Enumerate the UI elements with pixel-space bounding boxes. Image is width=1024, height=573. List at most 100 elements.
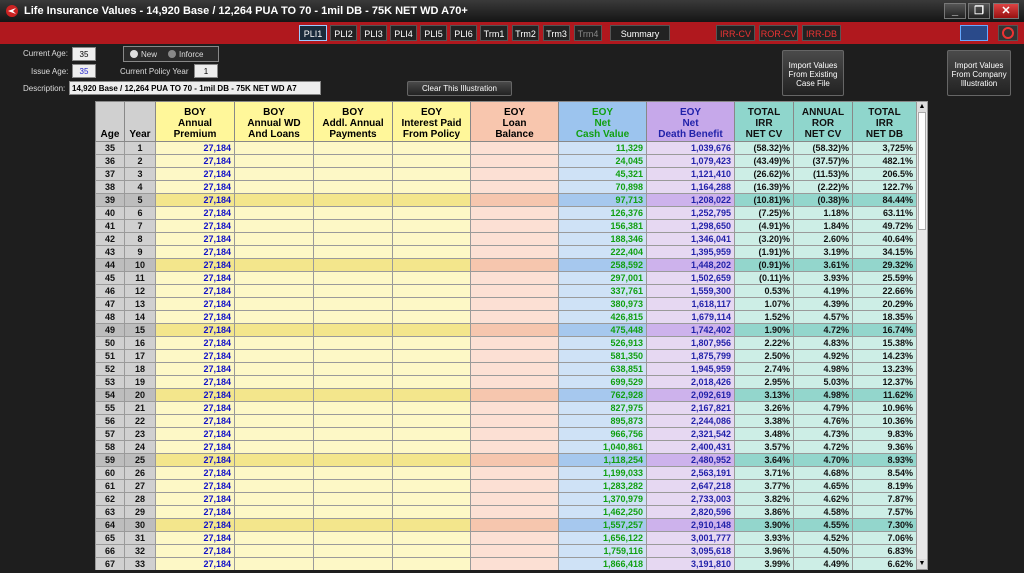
- cell-addl[interactable]: [313, 310, 393, 324]
- cell-wd[interactable]: [234, 388, 314, 402]
- cell-interest[interactable]: [392, 440, 471, 454]
- close-button[interactable]: ✕: [993, 3, 1019, 19]
- cell-interest[interactable]: [392, 271, 471, 285]
- cell-interest[interactable]: [392, 245, 471, 259]
- cell-wd[interactable]: [234, 245, 314, 259]
- cell-premium[interactable]: 27,184: [155, 362, 235, 376]
- cell-addl[interactable]: [313, 544, 393, 558]
- cell-addl[interactable]: [313, 557, 393, 570]
- cell-wd[interactable]: [234, 427, 314, 441]
- cell-addl[interactable]: [313, 206, 393, 220]
- tab-summary[interactable]: Summary: [610, 25, 670, 41]
- cell-loan[interactable]: [470, 505, 559, 519]
- cell-addl[interactable]: [313, 427, 393, 441]
- table-row[interactable]: 42 8 27,184 188,346 1,346,041 (3.20)% 2.60% 40.…: [95, 232, 916, 246]
- cell-loan[interactable]: [470, 388, 559, 402]
- cell-loan[interactable]: [470, 167, 559, 181]
- cell-addl[interactable]: [313, 271, 393, 285]
- cell-premium[interactable]: 27,184: [155, 336, 235, 350]
- cell-loan[interactable]: [470, 180, 559, 194]
- table-row[interactable]: 53 19 27,184 699,529 2,018,426 2.95% 5.03% 12.3…: [95, 375, 916, 389]
- cell-loan[interactable]: [470, 362, 559, 376]
- cell-addl[interactable]: [313, 141, 393, 155]
- cell-premium[interactable]: 27,184: [155, 141, 235, 155]
- cell-premium[interactable]: 27,184: [155, 245, 235, 259]
- cell-premium[interactable]: 27,184: [155, 232, 235, 246]
- radio-inforce-button[interactable]: [168, 50, 176, 58]
- table-row[interactable]: 45 11 27,184 297,001 1,502,659 (0.11)% 3.93% 25…: [95, 271, 916, 285]
- cell-wd[interactable]: [234, 440, 314, 454]
- cell-interest[interactable]: [392, 219, 471, 233]
- cell-interest[interactable]: [392, 531, 471, 545]
- cell-wd[interactable]: [234, 414, 314, 428]
- cell-loan[interactable]: [470, 271, 559, 285]
- tab-trm2[interactable]: Trm2: [512, 25, 539, 41]
- cell-loan[interactable]: [470, 375, 559, 389]
- cell-loan[interactable]: [470, 245, 559, 259]
- cell-wd[interactable]: [234, 141, 314, 155]
- cell-addl[interactable]: [313, 284, 393, 298]
- table-row[interactable]: 61 27 27,184 1,283,282 2,647,218 3.77% 4.65% 8.…: [95, 479, 916, 493]
- cell-wd[interactable]: [234, 193, 314, 207]
- cell-wd[interactable]: [234, 492, 314, 506]
- cell-wd[interactable]: [234, 180, 314, 194]
- tab-pli2[interactable]: PLI2: [330, 25, 357, 41]
- cell-addl[interactable]: [313, 479, 393, 493]
- cell-loan[interactable]: [470, 557, 559, 570]
- cell-interest[interactable]: [392, 362, 471, 376]
- cell-addl[interactable]: [313, 453, 393, 467]
- table-row[interactable]: 44 10 27,184 258,592 1,448,202 (0.91)% 3.61% 29…: [95, 258, 916, 272]
- table-row[interactable]: 60 26 27,184 1,199,033 2,563,191 3.71% 4.68% 8.…: [95, 466, 916, 480]
- cell-addl[interactable]: [313, 440, 393, 454]
- cell-addl[interactable]: [313, 154, 393, 168]
- cell-wd[interactable]: [234, 375, 314, 389]
- tab-pli4[interactable]: PLI4: [390, 25, 417, 41]
- cell-loan[interactable]: [470, 414, 559, 428]
- cell-wd[interactable]: [234, 362, 314, 376]
- tab-pli5[interactable]: PLI5: [420, 25, 447, 41]
- calculator-icon[interactable]: [960, 25, 988, 41]
- cell-loan[interactable]: [470, 401, 559, 415]
- cell-loan[interactable]: [470, 492, 559, 506]
- import-case-file-button[interactable]: Import Values From Existing Case File: [782, 50, 844, 96]
- cell-addl[interactable]: [313, 297, 393, 311]
- tab-pli3[interactable]: PLI3: [360, 25, 387, 41]
- tab-trm4[interactable]: Trm4: [574, 25, 602, 41]
- cell-wd[interactable]: [234, 310, 314, 324]
- cell-interest[interactable]: [392, 323, 471, 337]
- cell-wd[interactable]: [234, 271, 314, 285]
- cell-premium[interactable]: 27,184: [155, 505, 235, 519]
- cell-loan[interactable]: [470, 206, 559, 220]
- cell-premium[interactable]: 27,184: [155, 531, 235, 545]
- issue-age-field[interactable]: 35: [72, 64, 96, 78]
- cell-loan[interactable]: [470, 466, 559, 480]
- cell-interest[interactable]: [392, 414, 471, 428]
- tab-irr-db[interactable]: IRR-DB: [802, 25, 841, 41]
- cell-addl[interactable]: [313, 531, 393, 545]
- cell-addl[interactable]: [313, 323, 393, 337]
- cell-addl[interactable]: [313, 336, 393, 350]
- tab-trm3[interactable]: Trm3: [543, 25, 570, 41]
- tab-irr-cv[interactable]: IRR-CV: [716, 25, 755, 41]
- scroll-down-icon[interactable]: ▼: [917, 559, 927, 569]
- cell-wd[interactable]: [234, 479, 314, 493]
- table-row[interactable]: 57 23 27,184 966,756 2,321,542 3.48% 4.73% 9.83…: [95, 427, 916, 441]
- cell-loan[interactable]: [470, 219, 559, 233]
- cell-premium[interactable]: 27,184: [155, 349, 235, 363]
- cell-loan[interactable]: [470, 479, 559, 493]
- cell-loan[interactable]: [470, 323, 559, 337]
- table-row[interactable]: 39 5 27,184 97,713 1,208,022 (10.81)% (0.38)% 8…: [95, 193, 916, 207]
- cell-premium[interactable]: 27,184: [155, 466, 235, 480]
- cell-loan[interactable]: [470, 531, 559, 545]
- table-row[interactable]: 46 12 27,184 337,761 1,559,300 0.53% 4.19% 22.6…: [95, 284, 916, 298]
- cell-loan[interactable]: [470, 258, 559, 272]
- cell-addl[interactable]: [313, 193, 393, 207]
- tab-trm1[interactable]: Trm1: [480, 25, 508, 41]
- radio-new-button[interactable]: [130, 50, 138, 58]
- cell-premium[interactable]: 27,184: [155, 544, 235, 558]
- cell-premium[interactable]: 27,184: [155, 557, 235, 570]
- cell-interest[interactable]: [392, 518, 471, 532]
- cell-addl[interactable]: [313, 349, 393, 363]
- cell-interest[interactable]: [392, 310, 471, 324]
- cell-loan[interactable]: [470, 284, 559, 298]
